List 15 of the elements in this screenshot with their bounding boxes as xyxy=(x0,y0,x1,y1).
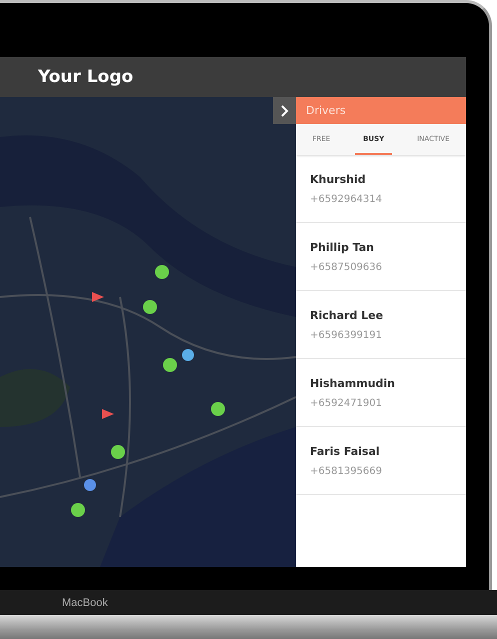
driver-phone: +6592964314 xyxy=(310,194,382,204)
logo-text: Your Logo xyxy=(38,67,134,87)
driver-phone: +6592471901 xyxy=(310,398,382,408)
driver-name: Richard Lee xyxy=(310,308,384,322)
driver-name: Faris Faisal xyxy=(310,444,380,458)
driver-phone: +6596399191 xyxy=(310,330,382,340)
laptop-label: MacBook xyxy=(62,596,108,608)
driver-phone: +6587509636 xyxy=(310,262,382,272)
panel-title: Drivers xyxy=(306,104,346,117)
driver-phone: +6581395669 xyxy=(310,466,382,476)
driver-name: Phillip Tan xyxy=(310,240,374,254)
driver-name: Khurshid xyxy=(310,172,366,186)
driver-name: Hishammudin xyxy=(310,376,396,390)
collapse-button[interactable] xyxy=(273,97,296,124)
chevron-right-icon xyxy=(280,104,288,116)
